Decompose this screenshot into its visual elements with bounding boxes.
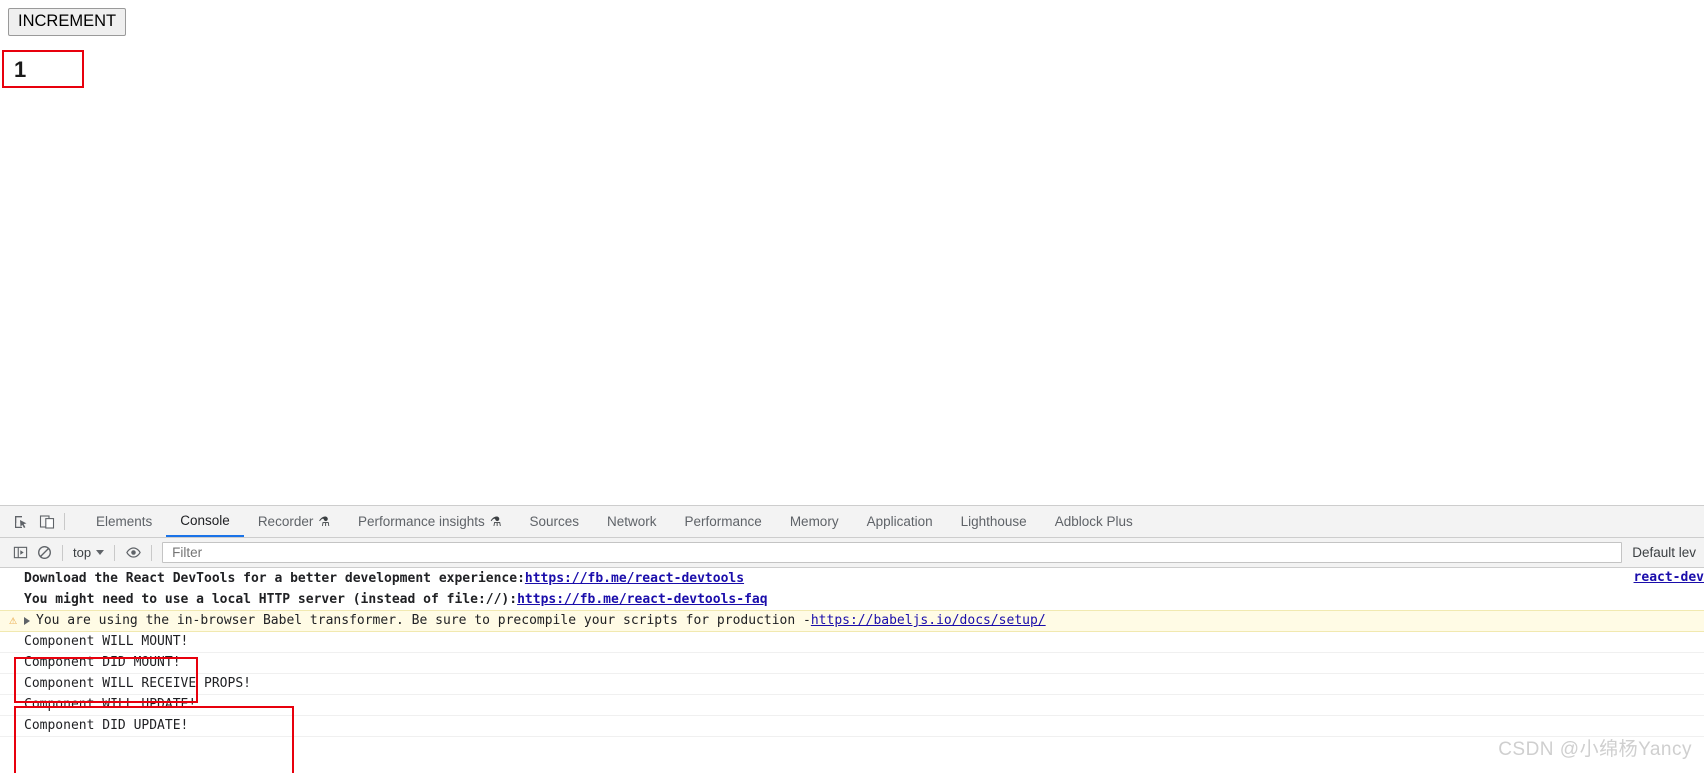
experimental-flask-icon: ⚗	[318, 514, 330, 529]
console-row-log: Component WILL MOUNT!	[0, 632, 1704, 653]
clear-console-glyph	[37, 546, 51, 559]
counter-value: 1	[14, 57, 27, 82]
console-row-info: Download the React DevTools for a better…	[0, 568, 1704, 589]
devtools-panel: Elements Console Recorder ⚗ Performance insi…	[0, 505, 1704, 773]
eye-glyph	[125, 547, 141, 558]
tab-label: Console	[180, 513, 230, 528]
tab-label: Recorder	[257, 514, 314, 529]
console-context-label: top	[73, 545, 92, 560]
console-message-text: Component WILL MOUNT!	[24, 634, 189, 649]
console-sidebar-icon[interactable]	[8, 541, 32, 565]
disclosure-triangle-icon[interactable]	[24, 617, 30, 625]
tab-label: Network	[607, 514, 657, 529]
tab-performance[interactable]: Performance	[671, 506, 776, 537]
devtools-tab-list: Elements Console Recorder ⚗ Performance insi…	[74, 506, 1147, 537]
devtools-tabbar: Elements Console Recorder ⚗ Performance insi…	[0, 506, 1704, 538]
console-row-warning: ⚠ You are using the in-browser Babel tran…	[0, 610, 1704, 632]
console-context-selector[interactable]: top	[69, 545, 108, 560]
tab-memory[interactable]: Memory	[776, 506, 853, 537]
console-message-link[interactable]: https://fb.me/react-devtools-faq	[517, 590, 767, 610]
console-toolbar-divider-2	[114, 544, 116, 561]
console-toolbar-divider-3	[151, 544, 153, 561]
console-message-link[interactable]: https://babeljs.io/docs/setup/	[811, 611, 1046, 631]
tab-lighthouse[interactable]: Lighthouse	[947, 506, 1041, 537]
tab-sources[interactable]: Sources	[515, 506, 593, 537]
tab-label: Sources	[529, 514, 579, 529]
counter-highlight-box: 1	[2, 50, 84, 88]
console-message-text: Component WILL RECEIVE PROPS!	[24, 676, 251, 691]
tab-label: Performance insights	[358, 514, 485, 529]
tab-label: Elements	[96, 514, 153, 529]
console-message-text: You are using the in-browser Babel trans…	[36, 613, 811, 628]
tab-label: Adblock Plus	[1054, 514, 1133, 529]
console-source-link[interactable]: react-dev	[1634, 568, 1704, 588]
increment-button[interactable]: INCREMENT	[8, 8, 127, 36]
tab-label: Memory	[789, 514, 839, 529]
console-toolbar-divider-1	[62, 544, 63, 561]
console-message-text: Component DID UPDATE!	[24, 718, 189, 733]
console-level-selector[interactable]: Default lev	[1628, 545, 1696, 560]
inspect-element-glyph	[15, 515, 27, 528]
inspect-element-icon[interactable]	[8, 509, 34, 535]
console-filter-field[interactable]	[162, 542, 1623, 563]
tab-network[interactable]: Network	[593, 506, 671, 537]
tab-adblock-plus[interactable]: Adblock Plus	[1041, 506, 1147, 537]
experimental-flask-icon: ⚗	[489, 514, 502, 529]
tab-label: Performance	[684, 514, 762, 529]
console-filter-input[interactable]	[170, 544, 1615, 561]
console-toolbar: top Default lev	[0, 538, 1704, 568]
eye-icon[interactable]	[121, 541, 145, 565]
chevron-down-icon	[96, 550, 105, 555]
device-toolbar-glyph	[39, 514, 55, 529]
console-row-log: Component DID MOUNT!	[0, 653, 1704, 674]
tab-elements[interactable]: Elements	[82, 506, 166, 537]
tab-console[interactable]: Console	[166, 506, 244, 537]
warning-triangle-icon: ⚠	[9, 613, 17, 628]
console-row-log: Component DID UPDATE!	[0, 716, 1704, 737]
console-message-text: Download the React DevTools for a better…	[24, 570, 525, 586]
console-message-list: Download the React DevTools for a better…	[0, 568, 1704, 773]
devtools-tool-icons	[0, 506, 74, 537]
tab-label: Application	[866, 514, 933, 529]
tab-performance-insights[interactable]: Performance insights ⚗	[344, 506, 515, 537]
console-message-text: You might need to use a local HTTP serve…	[24, 591, 518, 607]
console-row-log: Component WILL RECEIVE PROPS!	[0, 674, 1704, 695]
toolbar-divider	[64, 513, 65, 530]
tab-label: Lighthouse	[960, 514, 1027, 529]
console-row-log: Component WILL UPDATE!	[0, 695, 1704, 716]
console-message-link[interactable]: https://fb.me/react-devtools	[525, 569, 744, 589]
console-message-text: Component DID MOUNT!	[24, 655, 181, 670]
console-row-info: You might need to use a local HTTP serve…	[0, 589, 1704, 610]
rendered-page-area: INCREMENT 1	[0, 0, 1704, 505]
console-message-text: Component WILL UPDATE!	[24, 697, 197, 712]
tab-application[interactable]: Application	[853, 506, 947, 537]
tab-recorder[interactable]: Recorder ⚗	[244, 506, 344, 537]
console-sidebar-glyph	[13, 546, 27, 559]
clear-console-icon[interactable]	[32, 541, 56, 565]
device-toolbar-icon[interactable]	[34, 509, 60, 535]
